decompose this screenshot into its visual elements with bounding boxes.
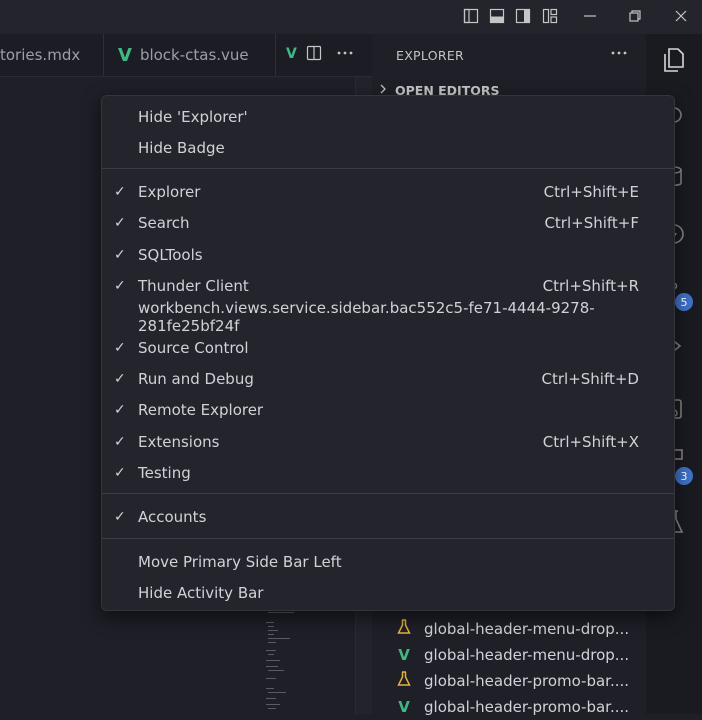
menu-item-hide-explorer[interactable]: Hide 'Explorer' [102, 101, 674, 132]
explorer-files-icon[interactable] [660, 46, 688, 74]
check-icon: ✓ [114, 464, 126, 481]
activity-bar-context-menu: Hide 'Explorer' Hide Badge ✓ Explorer Ct… [101, 95, 675, 611]
restore-icon[interactable] [627, 8, 643, 24]
file-label: global-header-menu-drop... [424, 646, 630, 664]
menu-item-accounts[interactable]: ✓ Accounts [102, 501, 674, 532]
toggle-primary-sidebar-icon[interactable] [463, 8, 479, 24]
menu-item-run-and-debug[interactable]: ✓ Run and Debug Ctrl+Shift+D [102, 363, 674, 394]
split-editor-icon[interactable] [306, 45, 322, 65]
tab-label: block-ctas.vue [139, 46, 249, 64]
shortcut: Ctrl+Shift+F [544, 213, 639, 232]
file-label: global-header-promo-bar.... [424, 672, 630, 690]
tab-stories-mdx[interactable]: tories.mdx [0, 34, 104, 76]
menu-item-search[interactable]: ✓ Search Ctrl+Shift+F [102, 207, 674, 238]
close-icon[interactable] [673, 8, 689, 24]
check-icon: ✓ [114, 277, 126, 294]
shortcut: Ctrl+Shift+X [542, 432, 639, 451]
check-icon: ✓ [114, 370, 126, 387]
shortcut: Ctrl+Shift+D [541, 369, 639, 388]
menu-item-sqltools[interactable]: ✓ SQLTools [102, 239, 674, 270]
check-icon: ✓ [114, 339, 126, 356]
customize-layout-icon[interactable] [542, 8, 558, 24]
toggle-panel-icon[interactable] [489, 8, 505, 24]
menu-separator [102, 168, 674, 169]
flask-icon [396, 619, 412, 639]
menu-separator [102, 493, 674, 494]
flask-icon [396, 671, 412, 691]
vue-icon: V [398, 646, 410, 664]
source-control-badge: 5 [675, 293, 693, 311]
check-icon: ✓ [114, 433, 126, 450]
tab-block-ctas-vue[interactable]: V block-ctas.vue [104, 34, 276, 76]
check-icon: ✓ [114, 214, 126, 231]
more-actions-icon[interactable] [336, 45, 354, 65]
list-item[interactable]: V global-header-menu-drop... [396, 642, 646, 668]
check-icon: ✓ [114, 246, 126, 263]
tab-label: tories.mdx [0, 46, 81, 64]
menu-item-workbench-service-sidebar[interactable]: workbench.views.service.sidebar.bac552c5… [102, 299, 674, 335]
toggle-secondary-sidebar-icon[interactable] [515, 8, 531, 24]
check-icon: ✓ [114, 401, 126, 418]
menu-separator [102, 538, 674, 539]
explorer-header: EXPLORER [372, 34, 646, 76]
minimap[interactable] [260, 600, 310, 714]
vue-icon: V [398, 698, 410, 716]
file-list: global-header-menu-drop... V global-head… [396, 616, 646, 720]
list-item[interactable]: V global-header-promo-bar.... [396, 694, 646, 720]
extensions-badge: 3 [675, 467, 693, 485]
menu-item-extensions[interactable]: ✓ Extensions Ctrl+Shift+X [102, 426, 674, 457]
title-bar [0, 0, 702, 34]
menu-item-explorer[interactable]: ✓ Explorer Ctrl+Shift+E [102, 176, 674, 207]
list-item[interactable]: global-header-promo-bar.... [396, 668, 646, 694]
editor-actions [290, 34, 354, 76]
menu-item-move-side-bar-left[interactable]: Move Primary Side Bar Left [102, 546, 674, 577]
shortcut: Ctrl+Shift+R [542, 276, 639, 295]
explorer-title: EXPLORER [396, 47, 465, 63]
menu-item-remote-explorer[interactable]: ✓ Remote Explorer [102, 394, 674, 425]
menu-item-hide-badge[interactable]: Hide Badge [102, 132, 674, 163]
check-icon: ✓ [114, 508, 126, 525]
menu-item-source-control[interactable]: ✓ Source Control [102, 332, 674, 363]
check-icon: ✓ [114, 183, 126, 200]
file-label: global-header-menu-drop... [424, 620, 630, 638]
menu-item-testing[interactable]: ✓ Testing [102, 457, 674, 488]
menu-item-thunder-client[interactable]: ✓ Thunder Client Ctrl+Shift+R [102, 270, 674, 301]
list-item[interactable]: global-header-menu-drop... [396, 616, 646, 642]
vue-icon: V [118, 44, 132, 66]
shortcut: Ctrl+Shift+E [543, 182, 639, 201]
menu-item-hide-activity-bar[interactable]: Hide Activity Bar [102, 577, 674, 608]
minimize-icon[interactable] [582, 8, 598, 24]
file-label: global-header-promo-bar.... [424, 698, 630, 716]
explorer-more-icon[interactable] [610, 45, 628, 65]
